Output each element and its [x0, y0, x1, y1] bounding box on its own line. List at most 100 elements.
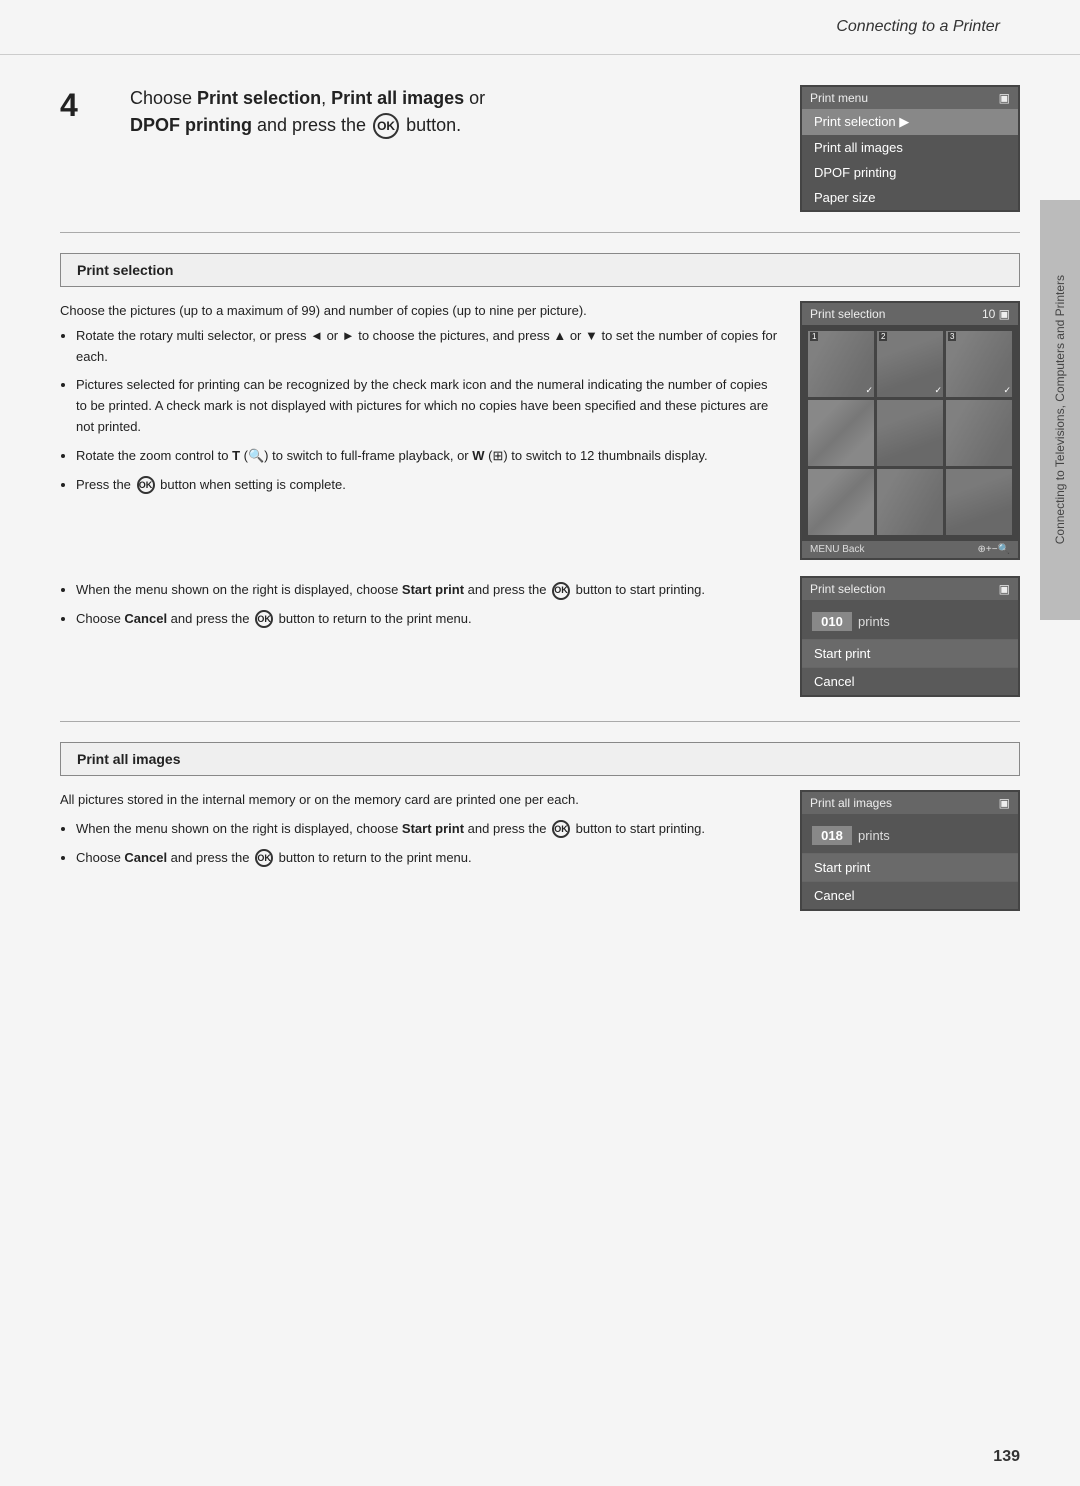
thumb-footer-right: ⊕+−🔍: [977, 544, 1010, 555]
bullet-1: Rotate the rotary multi selector, or pre…: [76, 326, 780, 368]
print-selection-desc: Choose the pictures (up to a maximum of …: [60, 301, 780, 322]
print-menu-title: Print menu: [810, 91, 868, 105]
thumb-footer: MENU Back ⊕+−🔍: [802, 541, 1018, 558]
print-menu-header: Print menu ▣: [802, 87, 1018, 109]
confirm-header-icon: ▣: [999, 582, 1010, 596]
copy-num-2: 2: [879, 332, 887, 341]
thumb-cell-6: [946, 400, 1012, 466]
right-tab-label: Connecting to Televisions, Computers and…: [1052, 275, 1069, 544]
step4-end: and press the: [252, 115, 371, 135]
step4-bold3: DPOF printing: [130, 115, 252, 135]
thumb-img-6: [946, 400, 1012, 466]
ok-button-icon: OK: [373, 113, 399, 139]
step4-bold2: Print all images: [331, 88, 464, 108]
print-selection-confirm-text: When the menu shown on the right is disp…: [60, 576, 780, 638]
confirm-screen-header: Print selection ▣: [802, 578, 1018, 600]
print-all-text: All pictures stored in the internal memo…: [60, 790, 780, 876]
page-header: Connecting to a Printer: [0, 0, 1080, 55]
confirm-header-title: Print selection: [810, 582, 885, 596]
print-all-title: Print all images: [60, 742, 1020, 776]
print-selection-bullets: Rotate the rotary multi selector, or pre…: [60, 326, 780, 496]
print-all-start-action: Start print: [802, 853, 1018, 881]
print-all-bullet-1: When the menu shown on the right is disp…: [76, 819, 780, 840]
copy-num-1: 1: [810, 332, 818, 341]
step4-text: Choose Print selection, Print all images…: [130, 85, 770, 139]
thumb-cell-7: [808, 469, 874, 535]
prints-value: 010: [812, 612, 852, 631]
thumb-img-7: [808, 469, 874, 535]
prints-row: 010 prints: [802, 600, 1018, 639]
print-all-desc: All pictures stored in the internal memo…: [60, 790, 780, 811]
page: Connecting to a Printer Connecting to Te…: [0, 0, 1080, 1486]
divider2: [60, 721, 1020, 722]
start-print-label: Start print: [402, 582, 464, 597]
print-menu-screen: Print menu ▣ Print selection ▶ Print all…: [800, 85, 1020, 212]
arrow-icon: ▶: [899, 114, 909, 129]
confirm-bullet-1: When the menu shown on the right is disp…: [76, 580, 780, 601]
menu-item-print-all: Print all images: [802, 135, 1018, 160]
thumb-cell-2: 2 ✓: [877, 331, 943, 397]
copy-num-3: 3: [948, 332, 956, 341]
thumb-cell-4: [808, 400, 874, 466]
step4-text-intro: Choose: [130, 88, 197, 108]
menu-item-label: Print selection: [814, 114, 896, 129]
thumb-cell-9: [946, 469, 1012, 535]
thumb-screen: Print selection 10 ▣ 1 ✓ 2 ✓: [800, 301, 1020, 560]
thumb-img-8: [877, 469, 943, 535]
ok-icon-all2: OK: [255, 849, 273, 867]
thumb-img-5: [877, 400, 943, 466]
ok-icon-all1: OK: [552, 820, 570, 838]
thumb-cell-5: [877, 400, 943, 466]
print-all-cancel-text: Cancel: [814, 888, 854, 903]
step4-bold1: Print selection: [197, 88, 321, 108]
print-selection-confirm: When the menu shown on the right is disp…: [60, 576, 1020, 697]
print-selection-text: Choose the pictures (up to a maximum of …: [60, 301, 780, 560]
print-all-header-title: Print all images: [810, 796, 892, 810]
confirm-bullets: When the menu shown on the right is disp…: [60, 580, 780, 630]
print-selection-confirm-screen: Print selection ▣ 010 prints Start print…: [800, 576, 1020, 697]
thumb-screen-header: Print selection 10 ▣: [802, 303, 1018, 325]
check-3: ✓: [1003, 385, 1011, 396]
menu-item-dpof: DPOF printing: [802, 160, 1018, 185]
thumbnail-grid: 1 ✓ 2 ✓ 3 ✓: [802, 325, 1018, 541]
right-tab: Connecting to Televisions, Computers and…: [1040, 200, 1080, 620]
step4-or: or: [464, 88, 485, 108]
bullet-3: Rotate the zoom control to T (🔍) to swit…: [76, 446, 780, 467]
thumb-footer-left: MENU Back: [810, 544, 864, 555]
print-all-screen-header: Print all images ▣: [802, 792, 1018, 814]
main-content: 4 Choose Print selection, Print all imag…: [60, 55, 1020, 1426]
print-all-content: All pictures stored in the internal memo…: [60, 790, 1020, 911]
cancel-text: Cancel: [814, 674, 854, 689]
ok-icon-confirm2: OK: [255, 610, 273, 628]
thumb-cell-3: 3 ✓: [946, 331, 1012, 397]
thumb-count: 10 ▣: [982, 307, 1010, 321]
print-all-section: Print all images All pictures stored in …: [60, 742, 1020, 911]
bullet-4: Press the OK button when setting is comp…: [76, 475, 780, 496]
cancel-action: Cancel: [802, 667, 1018, 695]
cancel-label: Cancel: [124, 611, 167, 626]
confirm-bullet-2: Choose Cancel and press the OK button to…: [76, 609, 780, 630]
print-all-header-icon: ▣: [999, 796, 1010, 810]
ok-icon-confirm1: OK: [552, 582, 570, 600]
start-print-text: Start print: [814, 646, 870, 661]
prints-label: prints: [858, 614, 890, 629]
print-all-bullets: When the menu shown on the right is disp…: [60, 819, 780, 869]
print-all-bullet-2: Choose Cancel and press the OK button to…: [76, 848, 780, 869]
print-all-prints-row: 018 prints: [802, 814, 1018, 853]
thumb-img-9: [946, 469, 1012, 535]
step4-section: 4 Choose Print selection, Print all imag…: [60, 85, 1020, 212]
menu-item-print-selection: Print selection ▶: [802, 109, 1018, 135]
print-all-confirm-screen: Print all images ▣ 018 prints Start prin…: [800, 790, 1020, 911]
step4-comma: ,: [321, 88, 331, 108]
print-menu-icon: ▣: [999, 91, 1010, 105]
print-all-prints-value: 018: [812, 826, 852, 845]
thumb-header-title: Print selection: [810, 307, 885, 321]
print-all-cancel-action: Cancel: [802, 881, 1018, 909]
print-all-start-text: Start print: [814, 860, 870, 875]
thumb-img-4: [808, 400, 874, 466]
print-selection-content: Choose the pictures (up to a maximum of …: [60, 301, 1020, 560]
header-title: Connecting to a Printer: [836, 18, 1000, 36]
divider1: [60, 232, 1020, 233]
print-selection-title: Print selection: [60, 253, 1020, 287]
bullet-2: Pictures selected for printing can be re…: [76, 375, 780, 437]
